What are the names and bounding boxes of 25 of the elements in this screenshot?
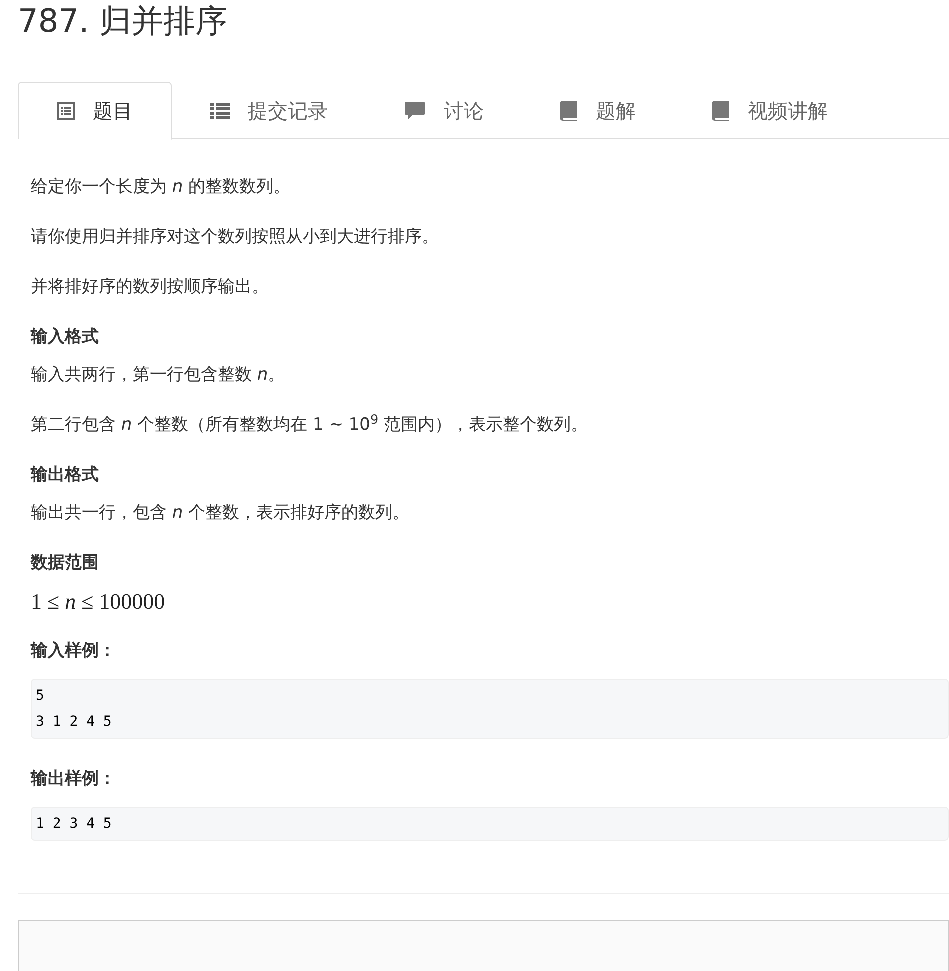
tab[interactable]: 讨论 (366, 82, 522, 139)
section-heading: 数据范围 (31, 552, 100, 575)
paragraph: 给定你一个长度为 n 的整数数列。 (31, 176, 292, 199)
tab[interactable]: 题解 (522, 82, 674, 139)
tab[interactable]: 视频讲解 (674, 82, 866, 139)
tab[interactable]: 题目 (18, 82, 172, 140)
comment-icon (404, 100, 426, 120)
paragraph: 第二行包含 n 个整数（所有整数均在 1 ∼ 10$^{9}$ 范围内），表示整个数列。 (31, 412, 590, 437)
book-icon (560, 100, 578, 120)
paragraph: 请你使用归并排序对这个数列按照从小到大进行排序。 (31, 226, 440, 249)
section-heading: 输入样例： (31, 640, 117, 663)
formula: 1 ≤ n ≤ 100000 (31, 588, 166, 616)
tab[interactable]: 提交记录 (172, 82, 366, 139)
code-block: 5 3 1 2 4 5 (31, 679, 949, 739)
section-heading: 输出格式 (31, 464, 100, 487)
section-heading: 输入格式 (31, 326, 100, 349)
paragraph: 输入共两行，第一行包含整数 n。 (31, 364, 286, 387)
section-heading: 输出样例： (31, 768, 117, 791)
paragraph: 并将排好序的数列按顺序输出。 (31, 276, 270, 299)
paragraph: 输出共一行，包含 n 个整数，表示排好序的数列。 (31, 502, 411, 525)
problem-title: 787. 归并排序 (18, 1, 228, 41)
book-icon (712, 100, 730, 120)
code-block: 1 2 3 4 5 (31, 807, 949, 841)
list-icon (210, 102, 230, 120)
list-icon (57, 102, 75, 120)
